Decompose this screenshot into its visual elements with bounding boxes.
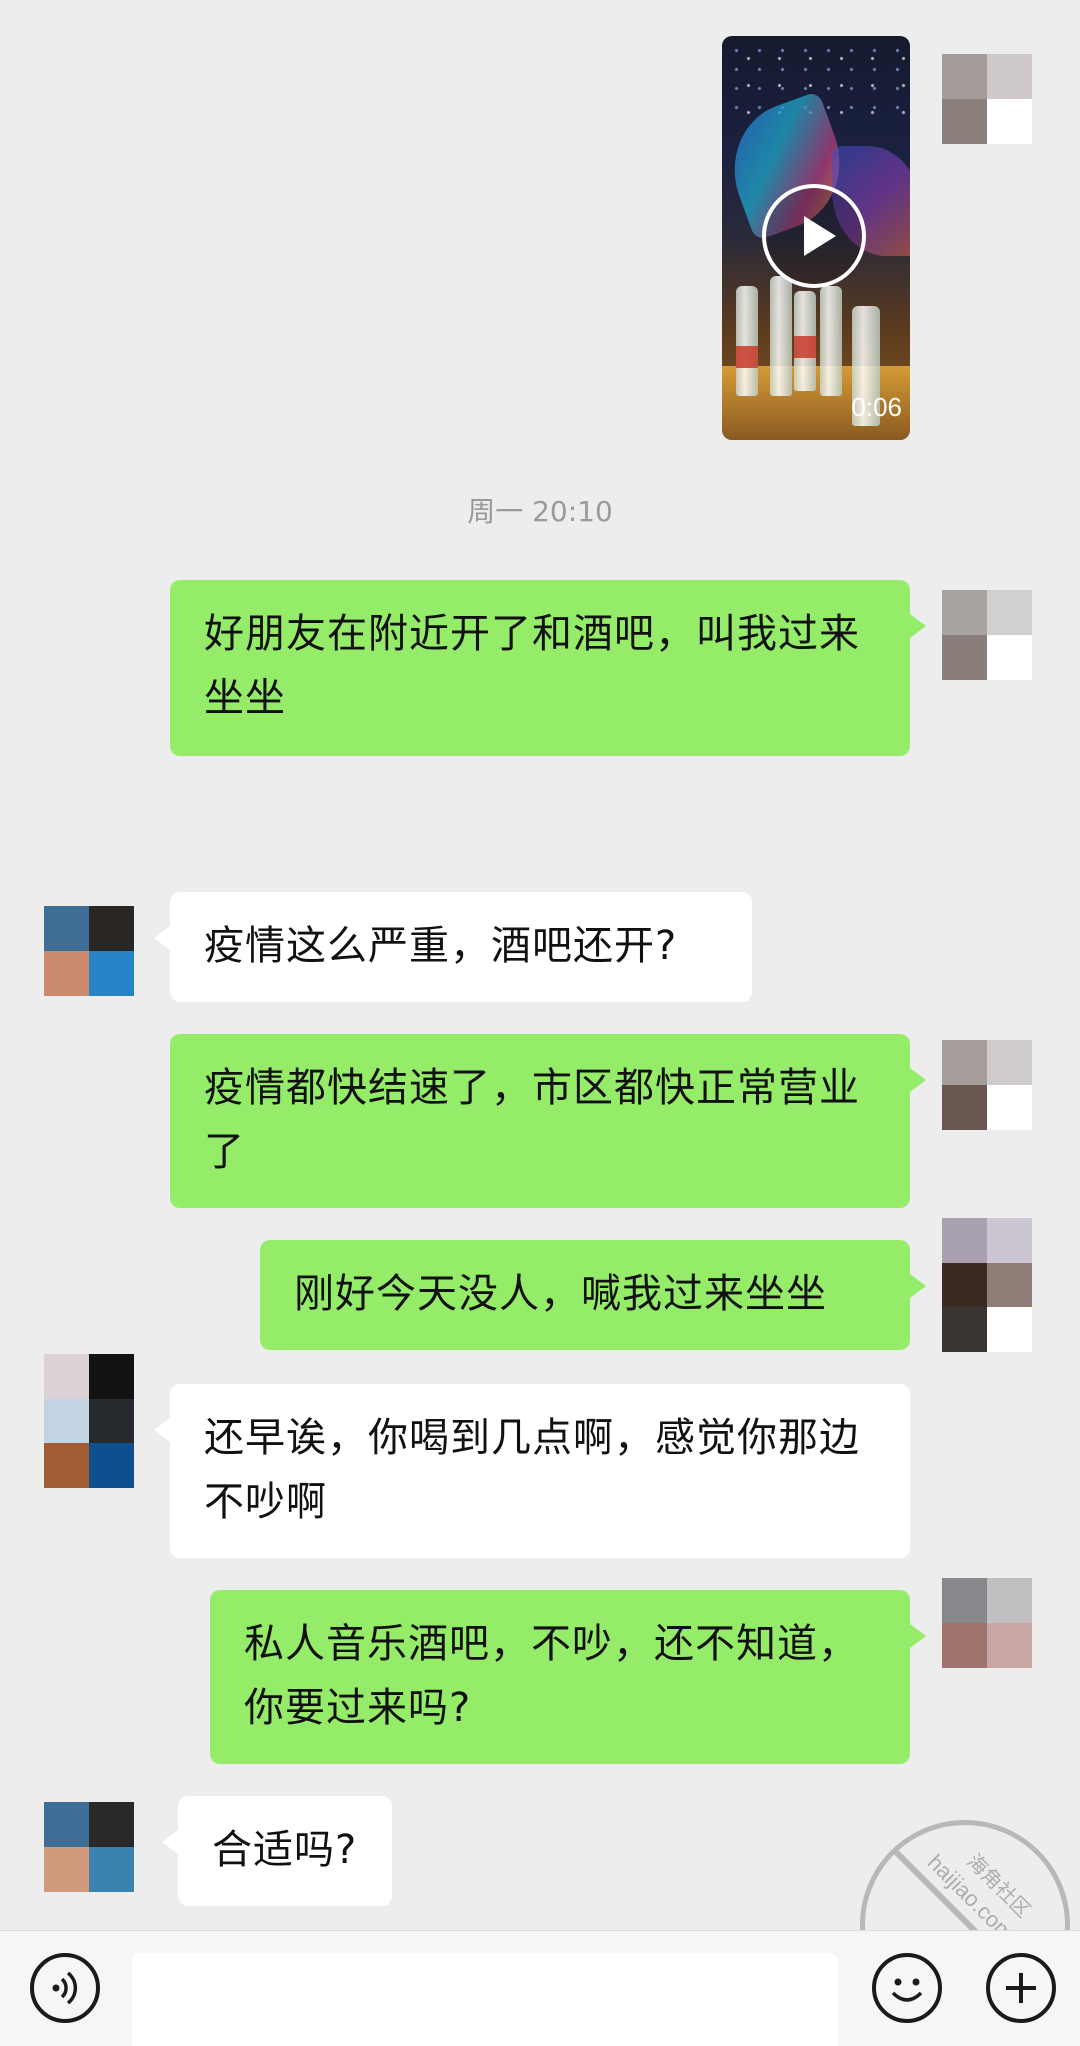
video-frame-bottle <box>736 286 758 396</box>
message-bubble[interactable]: 合适吗? <box>162 1796 392 1906</box>
message-bubble[interactable]: 刚好今天没人，喊我过来坐坐 <box>260 1240 926 1350</box>
avatar[interactable] <box>942 590 1032 680</box>
play-button[interactable] <box>762 184 866 288</box>
message-bubble[interactable]: 好朋友在附近开了和酒吧，叫我过来坐坐 <box>170 580 926 756</box>
message-bubble[interactable]: 疫情这么严重，酒吧还开? <box>154 892 752 1002</box>
message-input[interactable] <box>132 1953 838 2046</box>
video-frame-bottle <box>770 276 792 396</box>
plus-button[interactable] <box>986 1953 1056 2023</box>
avatar[interactable] <box>44 906 134 996</box>
play-icon <box>804 216 836 256</box>
plus-icon <box>1006 1973 1036 2003</box>
message-bubble[interactable]: 疫情都快结速了，市区都快正常营业了 <box>170 1034 926 1208</box>
avatar[interactable] <box>942 1040 1032 1130</box>
emoji-button[interactable] <box>872 1953 942 2023</box>
message-timestamp: 周一 20:10 <box>467 495 613 528</box>
chat-input-bar <box>0 1930 1080 2046</box>
voice-button[interactable] <box>30 1953 100 2023</box>
video-frame-bottle-label <box>736 346 758 368</box>
message-bubble[interactable]: 私人音乐酒吧，不吵，还不知道，你要过来吗? <box>210 1590 926 1764</box>
voice-icon <box>52 1971 78 2005</box>
video-duration: 0:06 <box>851 392 902 422</box>
video-frame-bottle <box>820 286 842 396</box>
avatar[interactable] <box>44 1802 134 1892</box>
video-frame-bottle-label <box>794 336 816 358</box>
message-bubble[interactable]: 还早诶，你喝到几点啊，感觉你那边不吵啊 <box>154 1384 910 1558</box>
avatar[interactable] <box>942 54 1032 144</box>
avatar[interactable] <box>942 1578 1032 1668</box>
avatar[interactable] <box>44 1354 134 1488</box>
avatar[interactable] <box>942 1218 1032 1352</box>
emoji-icon <box>891 1978 923 2002</box>
